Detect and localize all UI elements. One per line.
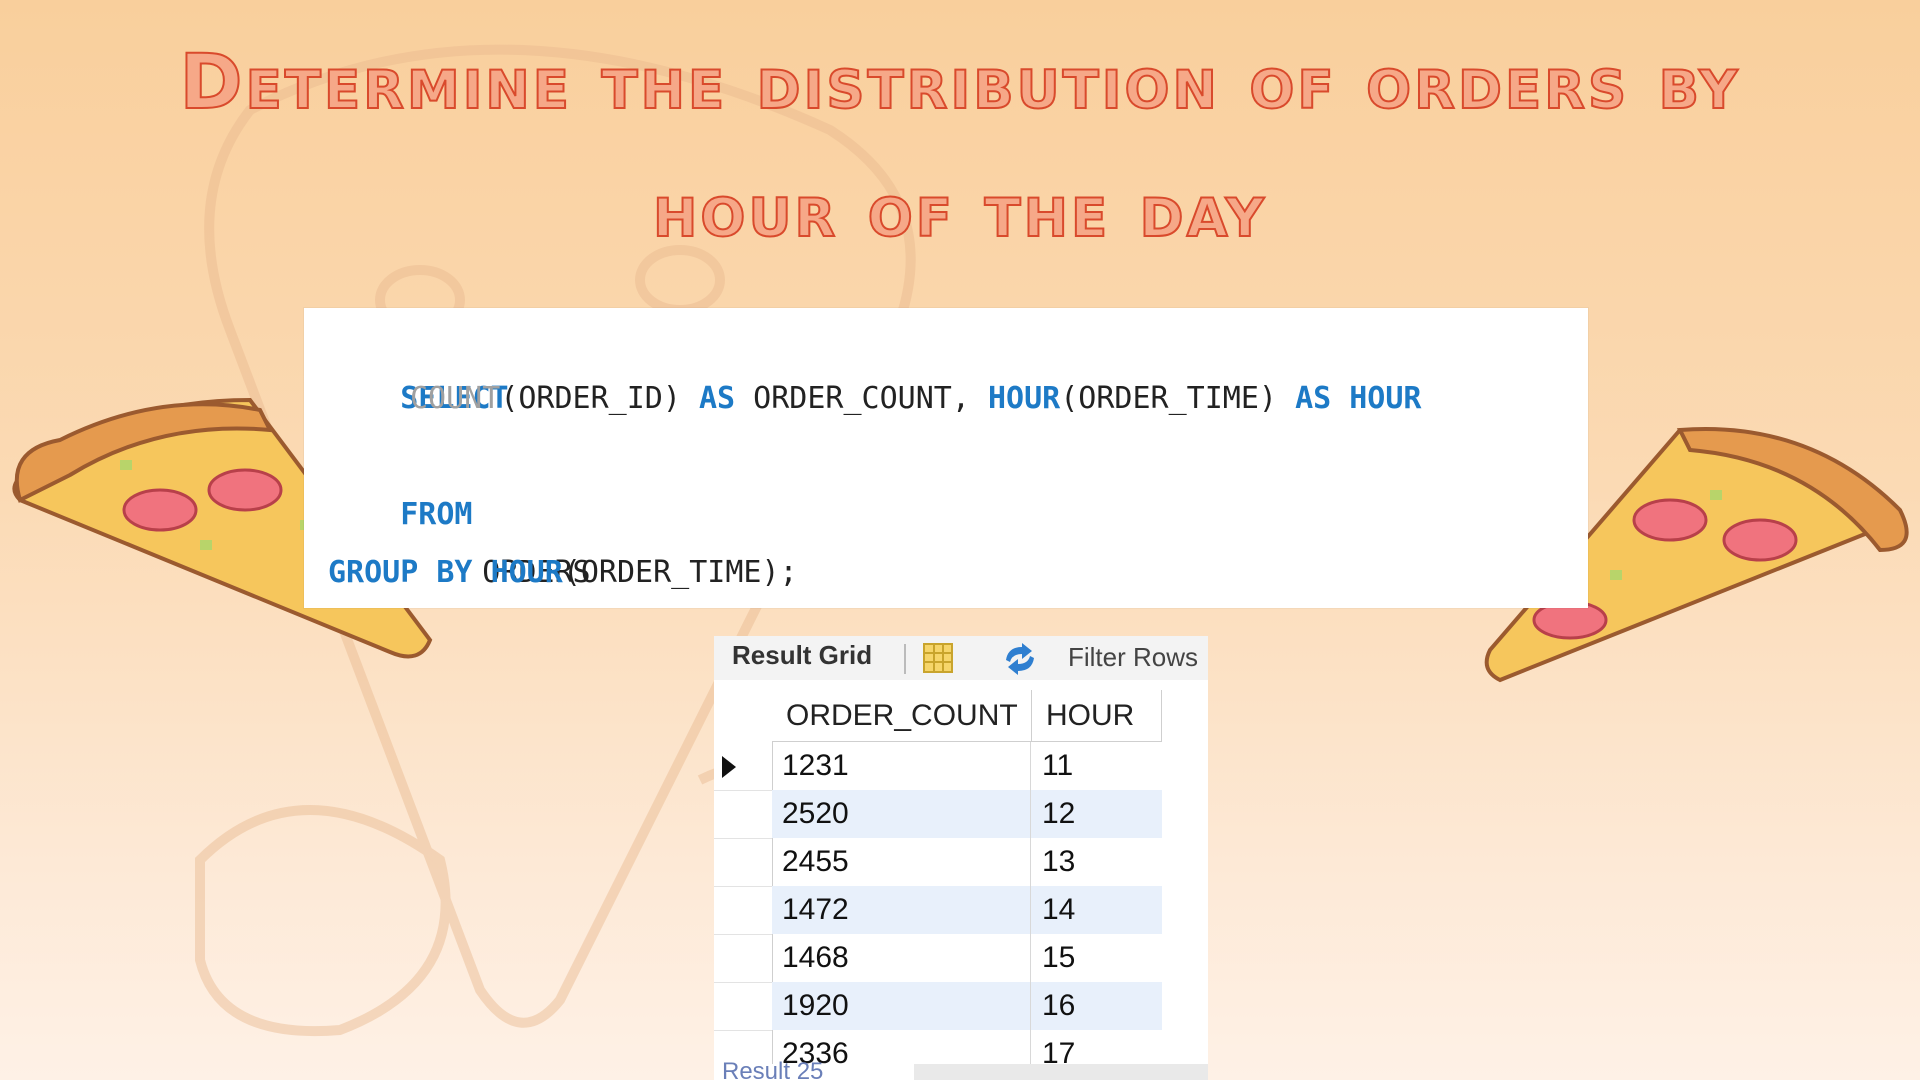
cell-hour[interactable]: 11 [1042, 742, 1152, 790]
result-grid-tab[interactable]: Result Grid [732, 640, 872, 671]
filter-rows-label[interactable]: Filter Rows [1068, 642, 1198, 673]
cell-order-count[interactable]: 1468 [782, 934, 1032, 982]
code-line-table: ORDERS [410, 486, 590, 590]
code-line-columns: COUNT(ORDER_ID) AS ORDER_COUNT, HOUR(ORD… [410, 370, 1422, 428]
title-line-2: hour of the day [652, 164, 1267, 255]
function-count: COUNT [410, 381, 501, 416]
cell-hour[interactable]: 12 [1042, 790, 1152, 838]
count-argument: (ORDER_ID) [500, 381, 699, 416]
result-tab-label[interactable]: Result 25 [722, 1058, 823, 1080]
cell-hour[interactable]: 16 [1042, 982, 1152, 1030]
result-grid-panel: Result Grid Filter Rows ORDER_COUNT HOUR… [714, 636, 1208, 1080]
row-selector[interactable] [714, 790, 772, 839]
result-tabs-bar: Result 25 [714, 1058, 1208, 1080]
table-row[interactable]: 1231 11 [772, 742, 1162, 790]
page-title: Determine the distribution of orders by … [0, 18, 1920, 274]
cell-hour[interactable]: 15 [1042, 934, 1152, 982]
row-selector[interactable] [714, 886, 772, 935]
grid-view-icon[interactable] [922, 642, 954, 674]
result-grid-toolbar: Result Grid Filter Rows [714, 636, 1208, 680]
column-header-order-count[interactable]: ORDER_COUNT [772, 690, 1032, 742]
alias-hour: HOUR [1331, 381, 1422, 416]
result-tab[interactable]: Result 25 [714, 1058, 914, 1080]
sql-code-block: SELECT COUNT(ORDER_ID) AS ORDER_COUNT, H… [304, 308, 1588, 608]
row-selector[interactable] [714, 934, 772, 983]
column-header-hour[interactable]: HOUR [1032, 690, 1162, 742]
code-line-group-by: GROUP BY HOUR(ORDER_TIME); [328, 544, 798, 602]
function-hour: HOUR [988, 381, 1061, 416]
hour-argument: (ORDER_TIME) [1060, 381, 1296, 416]
refresh-icon[interactable] [1000, 642, 1040, 676]
cell-hour[interactable]: 13 [1042, 838, 1152, 886]
cell-order-count[interactable]: 1231 [782, 742, 1032, 790]
code-line-select: SELECT [328, 312, 508, 416]
table-row[interactable]: 2520 12 [772, 790, 1162, 838]
row-selector[interactable] [714, 982, 772, 1031]
table-row[interactable]: 1468 15 [772, 934, 1162, 982]
cell-order-count[interactable]: 1920 [782, 982, 1032, 1030]
row-selector[interactable] [714, 742, 772, 791]
function-hour-group: HOUR [490, 555, 563, 590]
keyword-group-by: GROUP BY [328, 555, 473, 590]
code-line-from: FROM [328, 428, 472, 532]
table-row[interactable]: 2455 13 [772, 838, 1162, 886]
title-line-1: Determine the distribution of orders by [179, 36, 1741, 127]
table-row[interactable]: 1472 14 [772, 886, 1162, 934]
keyword-as-2: AS [1295, 381, 1332, 416]
cell-order-count[interactable]: 2520 [782, 790, 1032, 838]
row-selector[interactable] [714, 838, 772, 887]
cell-order-count[interactable]: 2455 [782, 838, 1032, 886]
table-row[interactable]: 1920 16 [772, 982, 1162, 1030]
group-argument: (ORDER_TIME); [562, 555, 798, 590]
cell-order-count[interactable]: 1472 [782, 886, 1032, 934]
current-row-arrow-icon [722, 756, 736, 778]
toolbar-divider [904, 644, 906, 674]
alias-order-count: ORDER_COUNT, [735, 381, 988, 416]
keyword-as: AS [699, 381, 736, 416]
cell-hour[interactable]: 14 [1042, 886, 1152, 934]
